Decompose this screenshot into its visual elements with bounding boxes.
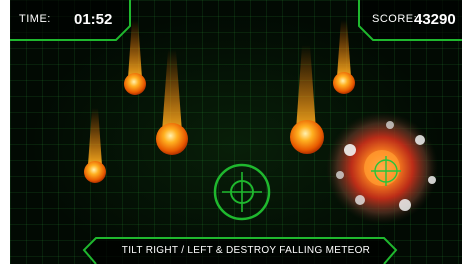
game-scene: [10, 0, 462, 264]
game-screen[interactable]: TIME: 01:52 SCORE: 43290 TILT RIGHT / LE…: [10, 0, 462, 264]
meteor[interactable]: [124, 20, 146, 95]
time-label: TIME:: [19, 13, 51, 25]
crosshair-icon[interactable]: [213, 163, 271, 221]
score-label: SCORE:: [372, 13, 418, 25]
score-value: 43290: [414, 11, 456, 28]
meteor[interactable]: [156, 50, 188, 155]
time-value: 01:52: [74, 11, 113, 28]
explosion: [326, 112, 438, 224]
meteor[interactable]: [333, 20, 355, 94]
meteor[interactable]: [84, 108, 106, 183]
meteor[interactable]: [290, 45, 324, 154]
instruction-text: TILT RIGHT / LEFT & DESTROY FALLING METE…: [121, 244, 371, 256]
